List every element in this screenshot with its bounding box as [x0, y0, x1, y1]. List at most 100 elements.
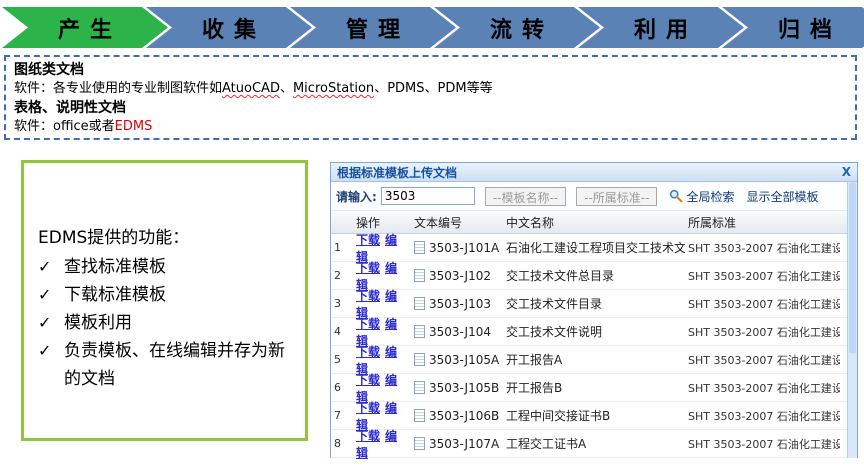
doc-number: 3503-J101A [429, 241, 499, 255]
note-body1-prefix: 软件：各专业使用的专业制图软件如 [14, 81, 222, 96]
row-number: 5 [331, 353, 353, 366]
doc-standard: SHT 3503-2007 石油化工建设工程项目交工... [685, 240, 840, 256]
document-icon [414, 297, 425, 310]
document-icon [414, 409, 425, 422]
feature-item: ✓负责模板、在线编辑并存为新的文档 [38, 337, 297, 393]
doc-cn-name: 开工报告B [503, 379, 685, 396]
row-number: 3 [331, 297, 353, 310]
row-number: 7 [331, 409, 353, 422]
edms-features-box: EDMS提供的功能： ✓查找标准模板✓下载标准模板✓模板利用✓负责模板、在线编辑… [21, 160, 308, 441]
note-misspelled-atuocad: AtuoCAD [222, 81, 280, 96]
panel-titlebar: 根据标准模板上传文档 X [331, 163, 857, 182]
note-title-drawings: 图纸类文档 [14, 60, 847, 80]
panel-title: 根据标准模板上传文档 [337, 164, 842, 181]
doc-cn-name: 开工报告A [503, 351, 685, 368]
doc-standard: SHT 3503-2007 石油化工建设工程项目交工... [685, 436, 840, 452]
flow-step-inactive: 收集 [146, 7, 312, 48]
note-body1-suffix: 、PDMS、PDM等等 [374, 81, 492, 96]
doc-standard: SHT 3503-2007 石油化工建设工程项目交工... [685, 296, 840, 312]
table-row: 8下载编辑3503-J107A工程交工证书ASHT 3503-2007 石油化工… [331, 430, 857, 458]
document-icon [414, 325, 425, 338]
doc-number: 3503-J104 [429, 325, 491, 339]
flow-step-inactive: 管理 [290, 7, 456, 48]
standard-filter-button[interactable]: --所属标准-- [576, 187, 657, 206]
doc-cn-name: 交工技术文件目录 [503, 295, 685, 312]
feature-item: ✓模板利用 [38, 309, 297, 337]
download-link[interactable]: 下载 [356, 289, 380, 303]
doc-cn-name: 交工技术文件说明 [503, 323, 685, 340]
feature-item-label: 模板利用 [64, 309, 297, 337]
doc-standard: SHT 3503-2007 石油化工建设工程项目交工... [685, 380, 840, 396]
feature-item-label: 负责模板、在线编辑并存为新的文档 [64, 337, 297, 393]
doc-number-cell: 3503-J101A [411, 241, 503, 255]
feature-item: ✓下载标准模板 [38, 281, 297, 309]
close-icon[interactable]: X [842, 165, 851, 179]
doc-number-cell: 3503-J104 [411, 325, 503, 339]
doc-number-cell: 3503-J105A [411, 353, 503, 367]
note-body-forms: 软件：office或者EDMS [14, 118, 847, 136]
download-link[interactable]: 下载 [356, 233, 380, 247]
note-title-forms: 表格、说明性文档 [14, 98, 847, 118]
magnifier-icon [669, 189, 683, 203]
search-input[interactable] [381, 187, 475, 205]
document-icon [414, 353, 425, 366]
download-link[interactable]: 下载 [356, 345, 380, 359]
download-link[interactable]: 下载 [356, 317, 380, 331]
doc-number: 3503-J102 [429, 269, 491, 283]
doc-cn-name: 交工技术文件总目录 [503, 267, 685, 284]
global-search-button[interactable]: 全局检索 [686, 188, 734, 205]
feature-item: ✓查找标准模板 [38, 253, 297, 281]
template-upload-panel: 根据标准模板上传文档 X 请输入: --模板名称-- --所属标准-- 全局检索… [330, 162, 858, 458]
show-all-templates-button[interactable]: 显示全部模板 [746, 188, 818, 205]
row-number: 1 [331, 241, 353, 254]
download-link[interactable]: 下载 [356, 261, 380, 275]
doc-standard: SHT 3503-2007 石油化工建设工程项目交工... [685, 324, 840, 340]
feature-item-label: 查找标准模板 [64, 253, 297, 281]
features-list: ✓查找标准模板✓下载标准模板✓模板利用✓负责模板、在线编辑并存为新的文档 [38, 253, 297, 393]
row-number: 6 [331, 381, 353, 394]
note-edms-highlight: EDMS [115, 119, 153, 134]
check-icon: ✓ [38, 337, 64, 393]
document-icon [414, 241, 425, 254]
row-number: 2 [331, 269, 353, 282]
document-icon [414, 269, 425, 282]
doc-standard: SHT 3503-2007 石油化工建设工程项目交工... [685, 352, 840, 368]
doc-number: 3503-J106B [429, 409, 499, 423]
check-icon: ✓ [38, 253, 64, 281]
note-body1-sep: 、 [280, 81, 293, 96]
doc-number: 3503-J105B [429, 381, 499, 395]
doc-number: 3503-J107A [429, 437, 499, 451]
features-title: EDMS提供的功能： [38, 225, 297, 251]
note-body2-prefix: 软件：office或者 [14, 119, 115, 134]
doc-number-cell: 3503-J107A [411, 437, 503, 451]
template-table-body: 1下载编辑3503-J101A石油化工建设工程项目交工技术文件封面ASHT 35… [331, 234, 857, 458]
lifecycle-flow: 产生收集管理流转利用归档 [2, 7, 864, 48]
check-icon: ✓ [38, 281, 64, 309]
check-icon: ✓ [38, 309, 64, 337]
vertical-scrollbar[interactable] [847, 182, 857, 458]
template-name-filter-button[interactable]: --模板名称-- [485, 187, 566, 206]
download-link[interactable]: 下载 [356, 401, 380, 415]
doc-standard: SHT 3503-2007 石油化工建设工程项目交工... [685, 268, 840, 284]
document-icon [414, 381, 425, 394]
column-doc-number[interactable]: 文本编号 [411, 214, 503, 231]
doc-cn-name: 工程中间交接证书B [503, 407, 685, 424]
search-input-label: 请输入: [336, 188, 377, 205]
row-number: 8 [331, 437, 353, 450]
column-standard[interactable]: 所属标准 [685, 214, 840, 231]
search-bar: 请输入: --模板名称-- --所属标准-- 全局检索 显示全部模板 [331, 182, 857, 211]
doc-standard: SHT 3503-2007 石油化工建设工程项目交工... [685, 408, 840, 424]
column-operation[interactable]: 操作 [353, 214, 411, 231]
doc-number-cell: 3503-J102 [411, 269, 503, 283]
column-cn-name[interactable]: 中文名称 [503, 214, 685, 231]
download-link[interactable]: 下载 [356, 373, 380, 387]
download-link[interactable]: 下载 [356, 429, 380, 443]
doc-number: 3503-J105A [429, 353, 499, 367]
flow-step-inactive: 利用 [578, 7, 744, 48]
scrollbar-thumb[interactable] [849, 183, 856, 353]
document-icon [414, 437, 425, 450]
row-actions: 下载编辑 [353, 427, 411, 461]
doc-number-cell: 3503-J103 [411, 297, 503, 311]
flow-step-inactive: 流转 [434, 7, 600, 48]
row-number: 4 [331, 325, 353, 338]
